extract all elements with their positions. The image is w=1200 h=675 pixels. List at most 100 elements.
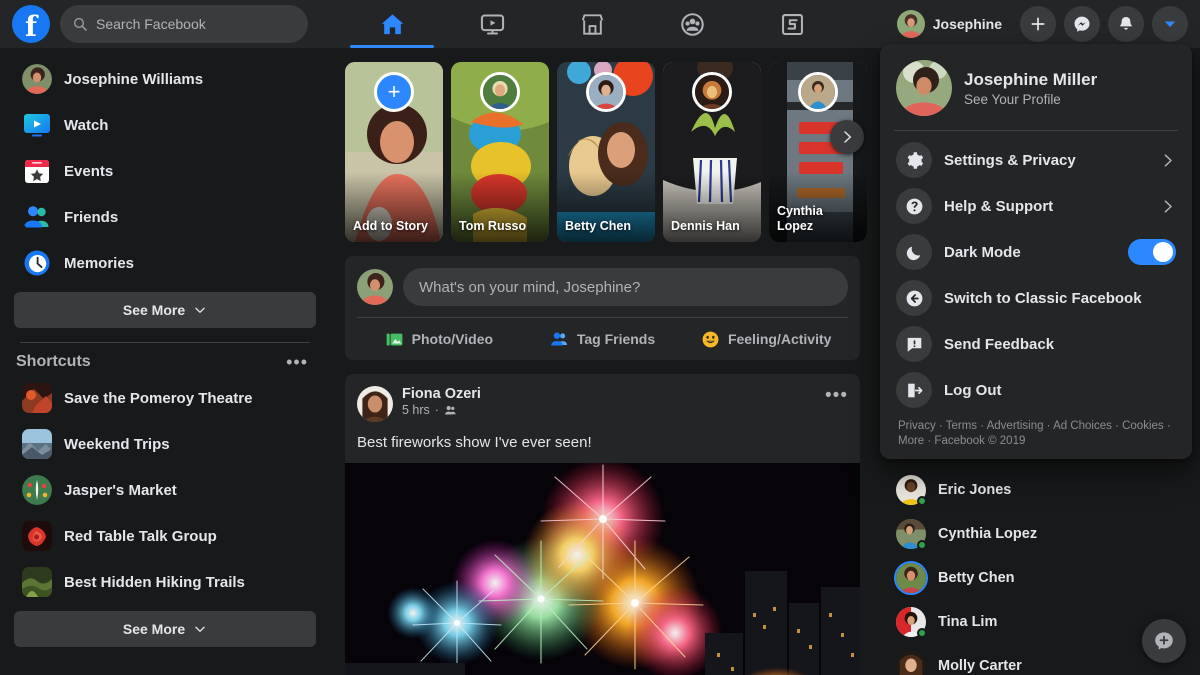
events-icon [22, 156, 52, 186]
nav-tab-groups[interactable] [642, 0, 742, 48]
sidebar-item-label: Josephine Williams [64, 71, 203, 88]
shortcut-label: Save the Pomeroy Theatre [64, 390, 252, 407]
menu-profile-row[interactable]: Josephine Miller See Your Profile [888, 52, 1184, 124]
menu-item-label: Send Feedback [944, 336, 1176, 353]
gaming-icon [779, 11, 806, 38]
menu-item-dark-mode[interactable]: Dark Mode [888, 229, 1184, 275]
top-navigation-bar: f Search Facebook [0, 0, 1200, 48]
menu-item-settings-privacy[interactable]: Settings & Privacy [888, 137, 1184, 183]
story-card[interactable]: Tom Russo [451, 62, 549, 242]
avatar-image [896, 651, 926, 675]
shortcut-thumbnail [22, 429, 52, 459]
bell-icon [1117, 15, 1135, 33]
story-author-avatar [692, 72, 732, 112]
question-icon [896, 188, 932, 224]
facebook-logo-icon[interactable]: f [12, 5, 50, 43]
chevron-right-icon [1159, 198, 1176, 215]
story-card[interactable]: Dennis Han [663, 62, 761, 242]
groups-icon [679, 11, 706, 38]
menu-item-help-support[interactable]: Help & Support [888, 183, 1184, 229]
shortcut-thumbnail [22, 475, 52, 505]
contact-list-item[interactable]: Cynthia Lopez [888, 512, 1188, 556]
sidebar-item-label: Memories [64, 255, 134, 272]
shortcut-item[interactable]: Weekend Trips [14, 421, 316, 467]
new-message-button[interactable] [1142, 619, 1186, 663]
nav-tab-gaming[interactable] [742, 0, 842, 48]
sidebar-item-events[interactable]: Events [14, 148, 316, 194]
nav-tab-marketplace[interactable] [542, 0, 642, 48]
story-label: Betty Chen [565, 219, 649, 234]
avatar [897, 10, 925, 38]
story-label: Tom Russo [459, 219, 543, 234]
plus-icon: + [388, 82, 401, 102]
shortcut-item[interactable]: Save the Pomeroy Theatre [14, 375, 316, 421]
post-more-button[interactable]: ••• [825, 386, 848, 402]
shortcut-label: Red Table Talk Group [64, 528, 217, 545]
menu-item-switch-classic-facebook[interactable]: Switch to Classic Facebook [888, 275, 1184, 321]
post-author-avatar[interactable] [357, 386, 393, 422]
create-button[interactable] [1020, 6, 1056, 42]
news-feed: + Add to Story [345, 48, 860, 675]
shortcuts-more-button[interactable]: ••• [286, 357, 308, 367]
stories-next-button[interactable] [830, 120, 864, 154]
account-menu-button[interactable] [1152, 6, 1188, 42]
question-glyph [905, 197, 924, 216]
avatar-image [897, 10, 925, 38]
menu-legal-links[interactable]: Privacy · Terms · Advertising · Ad Choic… [888, 413, 1184, 449]
avatar-image [695, 75, 729, 109]
sidebar-see-more-button[interactable]: See More [14, 292, 316, 328]
fireworks-image [345, 463, 860, 675]
menu-item-log-out[interactable]: Log Out [888, 367, 1184, 413]
video-icon [479, 11, 506, 38]
contact-list-item[interactable]: Eric Jones [888, 468, 1188, 512]
sidebar-item-memories[interactable]: Memories [14, 240, 316, 286]
composer-action-tag-friends[interactable]: Tag Friends [521, 318, 685, 360]
story-label: Add to Story [353, 219, 437, 234]
composer-input[interactable]: What's on your mind, Josephine? [403, 268, 848, 306]
shortcut-item[interactable]: Best Hidden Hiking Trails [14, 559, 316, 605]
topbar-left: f Search Facebook [0, 5, 330, 43]
account-name: Josephine [933, 16, 1002, 32]
post-composer: What's on your mind, Josephine? Photo/Vi… [345, 256, 860, 360]
shortcut-item[interactable]: Red Table Talk Group [14, 513, 316, 559]
nav-tab-home[interactable] [342, 0, 442, 48]
composer-action-feeling-activity[interactable]: Feeling/Activity [684, 318, 848, 360]
composer-avatar [357, 269, 393, 305]
messenger-button[interactable] [1064, 6, 1100, 42]
contact-name: Cynthia Lopez [938, 526, 1037, 542]
avatar-image [22, 64, 52, 94]
sidebar-item-friends[interactable]: Friends [14, 194, 316, 240]
notifications-button[interactable] [1108, 6, 1144, 42]
sidebar-item-profile[interactable]: Josephine Williams [14, 56, 316, 102]
story-label: Dennis Han [671, 219, 755, 234]
contact-list-item[interactable]: Betty Chen [888, 556, 1188, 600]
story-card-add-to-story[interactable]: + Add to Story [345, 62, 443, 242]
nav-tab-watch[interactable] [442, 0, 542, 48]
avatar-image [357, 269, 393, 305]
shortcuts-see-more-button[interactable]: See More [14, 611, 316, 647]
menu-item-send-feedback[interactable]: Send Feedback [888, 321, 1184, 367]
shortcut-item[interactable]: Jasper's Market [14, 467, 316, 513]
gear-glyph [905, 151, 924, 170]
avatar-image [357, 386, 393, 422]
add-story-button[interactable]: + [374, 72, 414, 112]
friends-glyph [22, 202, 52, 232]
composer-action-photo-video[interactable]: Photo/Video [357, 318, 521, 360]
chevron-down-icon [193, 622, 207, 636]
composer-placeholder: What's on your mind, Josephine? [419, 279, 640, 296]
thumbnail-image [22, 521, 52, 551]
search-input[interactable]: Search Facebook [60, 5, 308, 43]
sidebar-item-label: Watch [64, 117, 108, 134]
post-image[interactable] [345, 463, 860, 675]
dark-mode-toggle[interactable] [1128, 239, 1176, 265]
menu-item-label: Switch to Classic Facebook [944, 290, 1176, 307]
sidebar-item-watch[interactable]: Watch [14, 102, 316, 148]
left-sidebar: Josephine Williams Watch [0, 48, 330, 675]
online-status-dot [917, 628, 927, 638]
account-chip[interactable]: Josephine [894, 7, 1012, 41]
back-arrow-icon [896, 280, 932, 316]
story-card[interactable]: Betty Chen [557, 62, 655, 242]
topbar-right: Josephine [894, 0, 1188, 48]
logout-glyph [905, 381, 924, 400]
post-author-name[interactable]: Fiona Ozeri [402, 386, 825, 402]
